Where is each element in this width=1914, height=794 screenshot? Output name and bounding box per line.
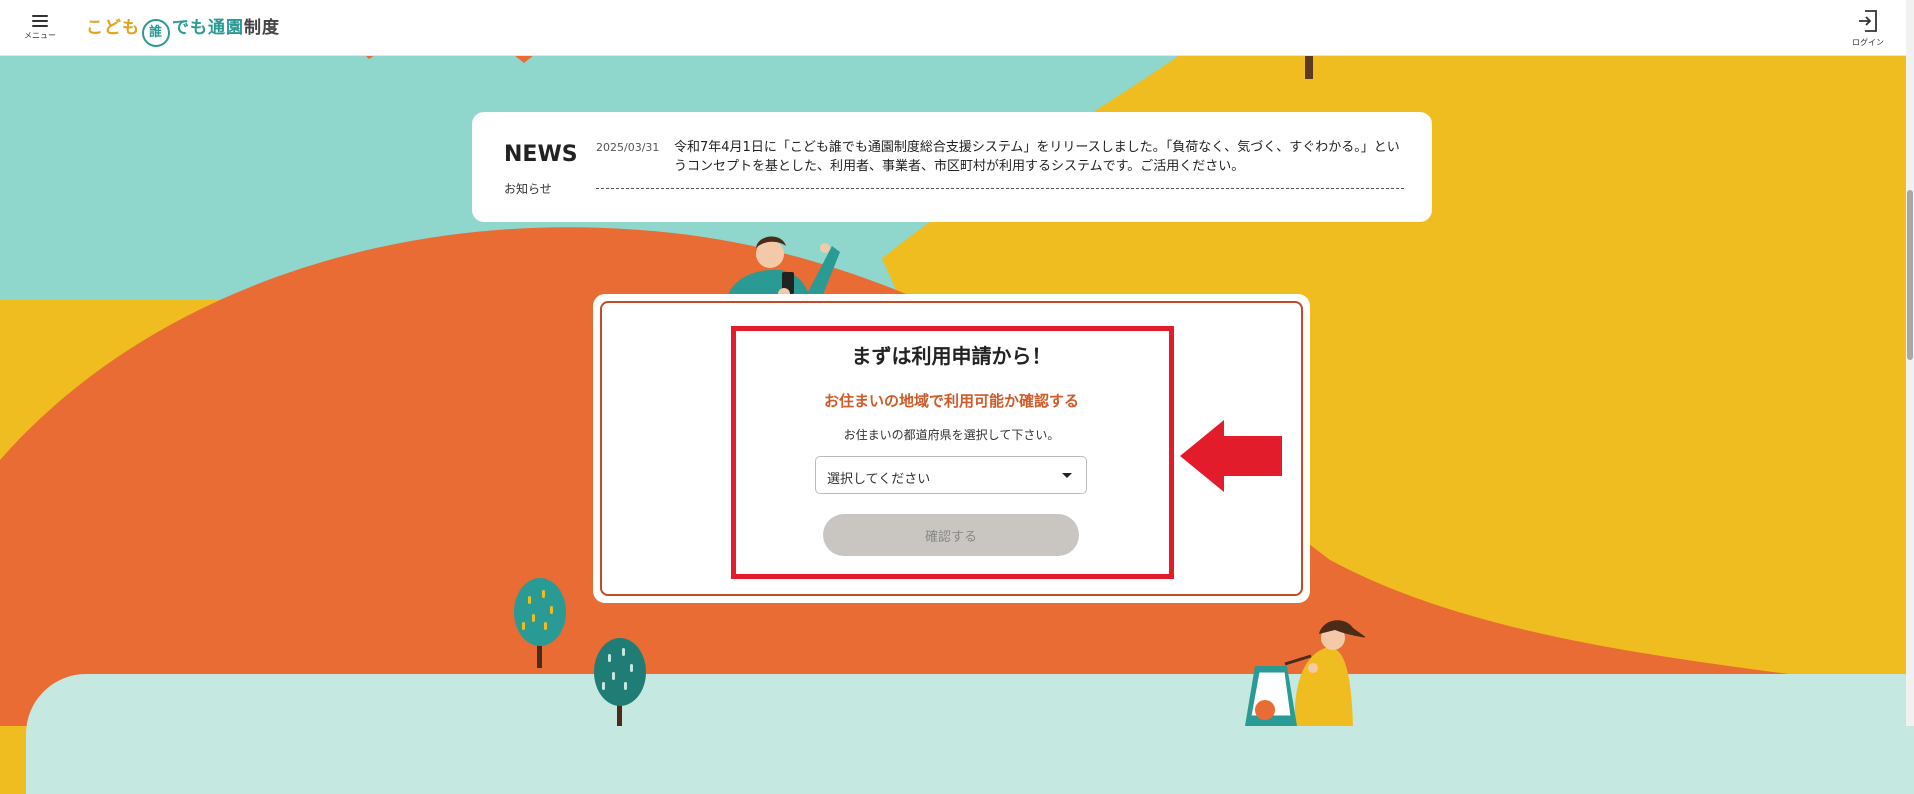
news-item-date: 2025/03/31: [596, 141, 660, 154]
logo-circle-mark: 誰: [142, 19, 170, 47]
prefecture-select[interactable]: 選択してください: [815, 456, 1087, 494]
login-button[interactable]: ログイン: [1850, 9, 1886, 48]
news-divider: [596, 188, 1404, 189]
caret-down-icon: [1062, 473, 1072, 478]
news-card: NEWS お知らせ 2025/03/31 令和7年4月1日に「こども誰でも通園制…: [472, 112, 1432, 222]
mother-with-stroller-illustration: [1245, 620, 1365, 726]
page-scrollbar[interactable]: [1906, 0, 1914, 726]
logo-text-demotsuen: でも通園: [172, 18, 244, 38]
logo-text-seido: 制度: [244, 18, 280, 38]
prefecture-select-value: 選択してください: [827, 472, 931, 487]
login-icon: [1859, 10, 1877, 32]
arrow-left-icon: [1180, 420, 1282, 492]
news-subheading: お知らせ: [504, 182, 552, 196]
news-item-text[interactable]: 令和7年4月1日に「こども誰でも通園制度総合支援システム」をリリースしました。「…: [674, 138, 1404, 176]
application-title: まずは利用申請から！: [851, 344, 1052, 368]
bottom-section-panel: [26, 674, 1914, 794]
site-header: メニュー こども誰でも通園制度 ログイン: [0, 0, 1906, 56]
news-heading: NEWS: [504, 142, 578, 167]
confirm-button[interactable]: 確認する: [823, 514, 1079, 556]
scrollbar-thumb[interactable]: [1907, 190, 1913, 360]
menu-button[interactable]: メニュー: [24, 12, 56, 41]
menu-label: メニュー: [24, 31, 56, 40]
hamburger-icon: [32, 15, 48, 27]
application-subtitle: お住まいの地域で利用可能か確認する: [823, 392, 1079, 410]
login-label: ログイン: [1852, 38, 1884, 47]
site-logo[interactable]: こども誰でも通園制度: [86, 13, 280, 47]
tree-illustration: [514, 578, 566, 668]
logo-text-kodomo: こども: [86, 18, 140, 38]
tree-illustration: [594, 638, 646, 726]
